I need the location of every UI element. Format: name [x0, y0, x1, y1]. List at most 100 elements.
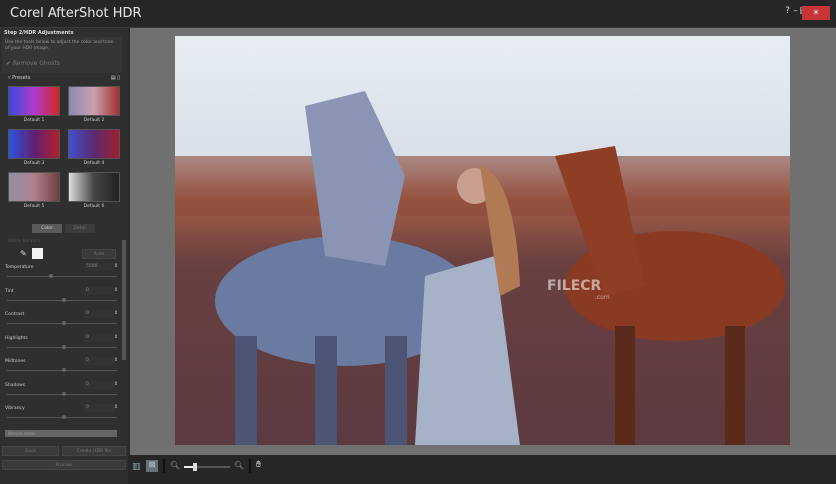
preset-label: Default 1 — [23, 118, 45, 123]
divider — [249, 459, 251, 473]
divider — [163, 459, 165, 473]
slider-handle[interactable] — [62, 368, 66, 372]
slider-value-input[interactable]: 0 — [84, 286, 114, 295]
spinner-icon[interactable]: ⇕ — [114, 287, 118, 293]
preset-label: Default 6 — [83, 204, 105, 209]
eyedropper-icon[interactable]: ✎ — [20, 249, 27, 258]
white-balance-swatch[interactable] — [32, 248, 43, 259]
minimize-button[interactable]: – — [794, 6, 799, 16]
create-hdr-button[interactable]: Create HDR file — [62, 446, 126, 456]
presets-label: Presets — [12, 75, 31, 81]
slider-handle[interactable] — [62, 297, 66, 302]
preset-item[interactable]: Default 4 — [68, 129, 120, 166]
slider-handle[interactable] — [62, 321, 66, 325]
slider-track[interactable] — [7, 274, 117, 278]
preset-thumbnail — [8, 129, 60, 159]
compare-view-icon[interactable]: ⊠ — [146, 460, 158, 472]
slider-label: Temperature — [5, 265, 34, 270]
photo-scene — [175, 91, 790, 445]
image-stage: FILECR .com — [130, 28, 836, 455]
remove-ghosts-label: Remove Ghosts — [12, 60, 60, 67]
auto-button[interactable]: Auto — [82, 249, 116, 259]
spinner-icon[interactable]: ⇕ — [114, 310, 118, 316]
slider-temperature[interactable]: Temperature 5500 ⇕ — [4, 262, 120, 286]
preset-label: Default 3 — [23, 161, 45, 166]
preset-item[interactable]: Default 1 — [8, 86, 60, 123]
preset-label: Default 2 — [83, 118, 105, 123]
slider-label: Tint — [5, 288, 14, 294]
slider-handle[interactable] — [62, 415, 66, 419]
slider-value-input[interactable]: 0 — [84, 380, 114, 389]
description-text: Use the tools below to adjust the color … — [5, 40, 114, 51]
preset-thumbnail — [68, 129, 120, 159]
panel-scrollbar[interactable] — [122, 240, 126, 360]
zoom-slider[interactable] — [184, 463, 230, 471]
slider-track[interactable] — [7, 415, 117, 419]
slider-label: Vibrancy — [5, 406, 25, 411]
hdr-photo[interactable]: FILECR .com — [175, 36, 790, 445]
slider-track[interactable] — [7, 344, 117, 349]
process-button[interactable]: Process — [2, 460, 126, 470]
preset-thumbnail — [8, 172, 60, 202]
presets-header[interactable]: ▿ Presets ▤ ▯ — [8, 75, 124, 81]
spinner-icon[interactable]: ⇕ — [114, 263, 118, 269]
single-view-icon[interactable]: ▥ — [132, 462, 141, 472]
close-button[interactable]: ✕ — [802, 6, 830, 20]
preset-thumbnail — [8, 86, 60, 116]
slider-shadows[interactable]: Shadows 0 ⇕ — [4, 380, 120, 404]
spinner-icon[interactable]: ⇕ — [114, 357, 118, 363]
slider-value-input[interactable]: 0 — [84, 404, 114, 412]
preset-label: Default 4 — [83, 161, 105, 166]
title-bar: Corel AfterShot HDR ? – ▣ ✕ — [0, 0, 836, 28]
slider-handle[interactable] — [62, 391, 66, 396]
spinner-icon[interactable]: ⇕ — [114, 404, 118, 410]
slider-value-input[interactable]: 0 — [84, 310, 114, 318]
slider-value-input[interactable]: 0 — [84, 333, 114, 342]
slider-track[interactable] — [7, 297, 117, 302]
preset-item[interactable]: Default 5 — [8, 172, 60, 209]
slider-value-input[interactable]: 0 — [84, 357, 114, 365]
slider-label: Highlights — [5, 335, 28, 341]
slider-vibrancy[interactable]: Vibrancy 0 ⇕ — [4, 403, 120, 427]
watermark-sub: .com — [595, 294, 610, 301]
slider-track[interactable] — [7, 321, 117, 325]
step-heading: Step 2/HDR Adjustments — [4, 30, 74, 36]
help-button[interactable]: ? — [785, 6, 790, 16]
watermark: FILECR — [547, 278, 602, 294]
preset-save-icon[interactable]: ▤ ▯ — [111, 75, 120, 81]
preset-item[interactable]: Default 6 — [68, 172, 120, 209]
slider-track[interactable] — [7, 368, 117, 372]
preset-label: Default 5 — [23, 204, 45, 209]
slider-tint[interactable]: Tint 0 ⇕ — [4, 286, 120, 310]
spinner-icon[interactable]: ⇕ — [114, 381, 118, 387]
adjustments-panel: Step 2/HDR Adjustments Use the tools bel… — [0, 28, 128, 484]
slider-contrast[interactable]: Contrast 0 ⇕ — [4, 309, 120, 333]
back-button[interactable]: Back — [2, 446, 59, 456]
preset-thumbnail — [68, 86, 120, 116]
detail-dropdown[interactable]: Natural detail — [5, 430, 117, 437]
slider-label: Midtones — [5, 359, 26, 364]
preset-item[interactable]: Default 2 — [68, 86, 120, 123]
slider-label: Shadows — [5, 382, 26, 388]
spinner-icon[interactable]: ⇕ — [114, 334, 118, 340]
pan-hand-icon[interactable]: ✋︎ — [256, 460, 261, 470]
bottom-toolbar: ▥ ⊠ 🔍︎ 🔍︎ ✋︎ — [128, 455, 836, 484]
slider-highlights[interactable]: Highlights 0 ⇕ — [4, 333, 120, 357]
slider-value-input[interactable]: 5500 — [84, 263, 114, 271]
white-balance-label: White Balance — [8, 239, 41, 244]
adjustment-tabs: Color Detail — [32, 224, 95, 233]
slider-label: Contrast — [5, 312, 25, 317]
preset-item[interactable]: Default 3 — [8, 129, 60, 166]
presets-grid: Default 1 Default 2 Default 3 Default 4 … — [8, 86, 120, 209]
tab-color[interactable]: Color — [32, 224, 62, 233]
slider-handle[interactable] — [62, 344, 66, 349]
zoom-in-icon[interactable]: 🔍︎ — [234, 461, 244, 470]
remove-ghosts-checkbox[interactable]: ✔ Remove Ghosts — [6, 60, 60, 67]
slider-track[interactable] — [7, 391, 117, 396]
slider-midtones[interactable]: Midtones 0 ⇕ — [4, 356, 120, 380]
slider-handle[interactable] — [48, 274, 53, 278]
app-title: Corel AfterShot HDR — [10, 6, 142, 21]
tab-detail[interactable]: Detail — [65, 224, 95, 233]
zoom-out-icon[interactable]: 🔍︎ — [170, 461, 180, 470]
slider-list: Temperature 5500 ⇕ Tint 0 ⇕ Contrast 0 ⇕ Highligh… — [4, 262, 120, 427]
